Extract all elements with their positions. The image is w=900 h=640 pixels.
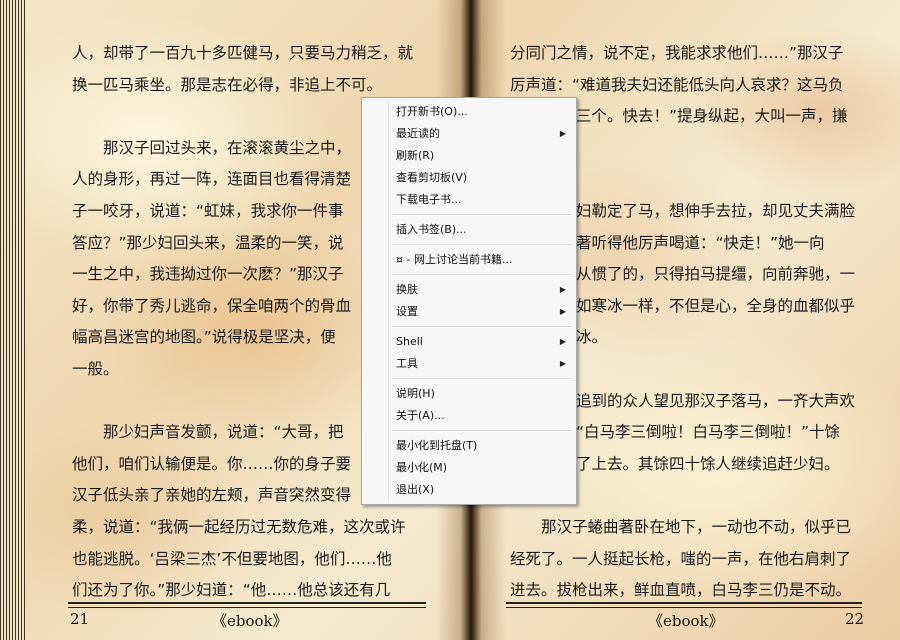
book-spine-edge — [0, 0, 26, 640]
menu-item-label: 下载电子书... — [396, 193, 462, 206]
menu-item-refresh[interactable]: 刷新(R) — [396, 146, 566, 166]
menu-item-label: 刷新(R) — [396, 149, 435, 162]
menu-item-label: 说明(H) — [396, 387, 435, 400]
menu-item-label: 换肤 — [396, 283, 418, 296]
right-page-number: 22 — [845, 610, 865, 628]
menu-item-minimize[interactable]: 最小化(M) — [396, 458, 566, 478]
text-line: 分同门之情，说不定，我能求求他们……”那汉子 — [510, 44, 844, 62]
menu-item-label: 查看剪切板(V) — [396, 171, 468, 184]
menu-item-tools[interactable]: 工具 ▶ — [396, 354, 566, 374]
menu-separator — [392, 326, 572, 328]
menu-item-label: 插入书签(B)... — [396, 223, 467, 236]
menu-item-download-ebook[interactable]: 下载电子书... — [396, 190, 566, 210]
menu-item-label: 最小化到托盘(T) — [396, 439, 478, 452]
menu-separator — [392, 378, 572, 380]
menu-item-label: 关于(A)... — [396, 409, 445, 422]
menu-item-about[interactable]: 关于(A)... — [396, 406, 566, 426]
menu-separator — [392, 430, 572, 432]
context-menu: 打开新书(O)... 最近读的 ▶ 刷新(R) 查看剪切板(V) 下载电子书...… — [361, 97, 577, 505]
menu-separator — [392, 244, 572, 246]
submenu-arrow-icon: ▶ — [559, 129, 566, 138]
menu-icon-strip — [388, 100, 390, 502]
menu-item-view-clipboard[interactable]: 查看剪切板(V) — [396, 168, 566, 188]
submenu-arrow-icon: ▶ — [559, 307, 566, 316]
menu-item-insert-bookmark[interactable]: 插入书签(B)... — [396, 220, 566, 240]
menu-item-recent[interactable]: 最近读的 ▶ — [396, 124, 566, 144]
menu-item-label: Shell — [396, 335, 423, 348]
menu-item-label: 设置 — [396, 305, 418, 318]
submenu-arrow-icon: ▶ — [559, 359, 566, 368]
text-line: 经死了。一人挺起长枪，嗤的一声，在他右肩刺了 — [510, 549, 852, 568]
menu-item-help[interactable]: 说明(H) — [396, 384, 566, 404]
text-line: 那汉子蜷曲著卧在地下，一动也不动，似乎已 — [510, 517, 852, 536]
menu-item-settings[interactable]: 设置 ▶ — [396, 302, 566, 322]
menu-item-label: 打开新书(O)... — [396, 105, 468, 118]
menu-item-label: 最近读的 — [396, 127, 440, 140]
menu-item-skin[interactable]: 换肤 ▶ — [396, 280, 566, 300]
menu-item-minimize-to-tray[interactable]: 最小化到托盘(T) — [396, 436, 566, 456]
submenu-arrow-icon: ▶ — [559, 285, 566, 294]
text-line: 人，却带了一百九十多匹健马，只要马力稍乏，就 — [72, 44, 414, 62]
text-line: 柔，说道：“我俩一起经历过无数危难，这次或许 — [72, 517, 406, 536]
left-footer-rule — [68, 602, 426, 608]
menu-separator — [392, 214, 572, 216]
menu-item-label: 最小化(M) — [396, 461, 448, 474]
left-page-number: 21 — [70, 610, 90, 628]
menu-item-label: ¤ - 网上讨论当前书籍... — [396, 253, 513, 266]
text-line: 也能逃脱。‘吕梁三杰’不但要地图，他们……他 — [72, 549, 392, 568]
left-book-title: 《ebook》 — [212, 612, 288, 630]
menu-separator — [392, 274, 572, 276]
submenu-arrow-icon: ▶ — [559, 337, 566, 346]
menu-item-shell[interactable]: Shell ▶ — [396, 332, 566, 352]
right-footer-rule — [506, 602, 862, 608]
menu-item-exit[interactable]: 退出(X) — [396, 480, 566, 500]
right-book-title: 《ebook》 — [648, 612, 724, 630]
menu-item-discuss-online[interactable]: ¤ - 网上讨论当前书籍... — [396, 250, 566, 270]
menu-item-label: 工具 — [396, 357, 418, 370]
menu-item-label: 退出(X) — [396, 483, 435, 496]
menu-item-open-book[interactable]: 打开新书(O)... — [396, 102, 566, 122]
